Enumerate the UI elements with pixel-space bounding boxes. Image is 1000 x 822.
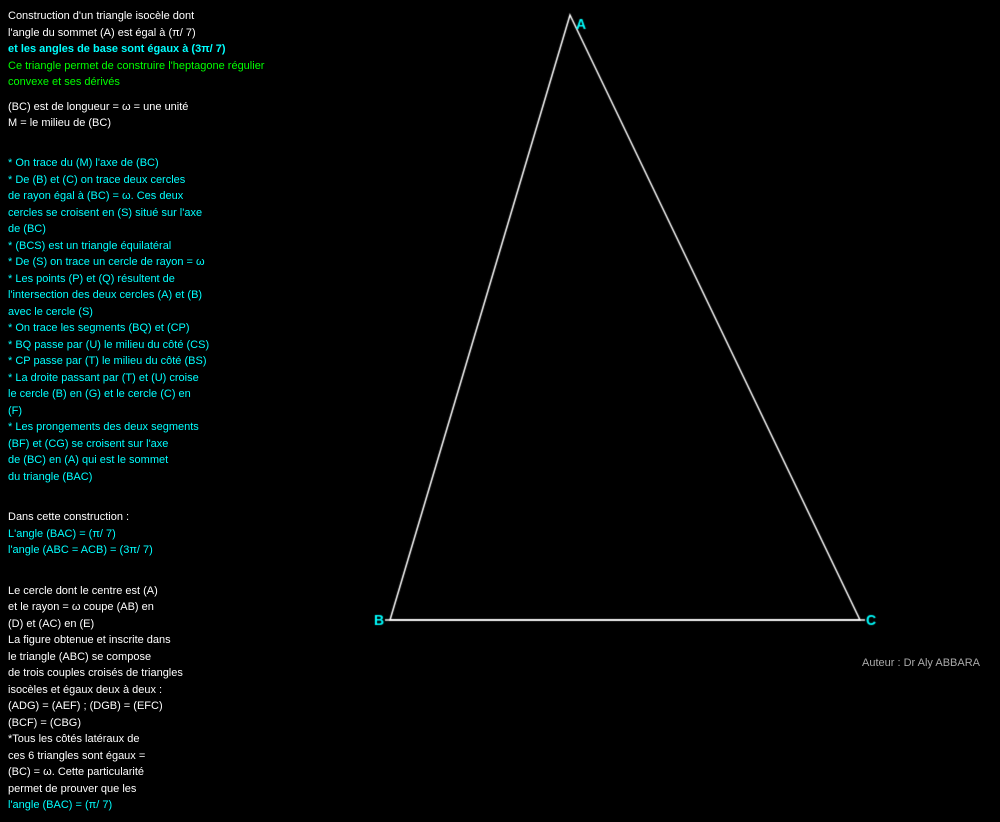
s4-l8: (ADG) = (AEF) ; (DGB) = (EFC) xyxy=(8,700,163,712)
section1-line1: (BC) est de longueur = ω = une unité xyxy=(8,101,188,113)
s2-l9: l'intersection des deux cercles (A) et (… xyxy=(8,289,202,301)
s4-l13: permet de prouver que les xyxy=(8,783,136,795)
s4-l5: le triangle (ABC) se compose xyxy=(8,651,151,663)
section1-line2: M = le milieu de (BC) xyxy=(8,117,111,129)
s4-l2: et le rayon = ω coupe (AB) en xyxy=(8,601,154,613)
s3-l1: Dans cette construction : xyxy=(8,511,129,523)
s2-l8: * Les points (P) et (Q) résultent de xyxy=(8,273,175,285)
text-panel: Construction d'un triangle isocèle dont … xyxy=(8,8,278,822)
s4-l12: (BC) = ω. Cette particularité xyxy=(8,766,144,778)
section4: Le cercle dont le centre est (A) et le r… xyxy=(8,583,278,814)
s4-l7: isocèles et égaux deux à deux : xyxy=(8,684,162,696)
title-block: Construction d'un triangle isocèle dont … xyxy=(8,8,278,91)
section2: * On trace du (M) l'axe de (BC) * De (B)… xyxy=(8,155,278,485)
s2-l12: * BQ passe par (U) le milieu du côté (CS… xyxy=(8,339,209,351)
s3-l2: L'angle (BAC) = (π/ 7) xyxy=(8,528,116,540)
s4-l6: de trois couples croisés de triangles xyxy=(8,667,183,679)
s2-l10: avec le cercle (S) xyxy=(8,306,93,318)
s2-l18: (BF) et (CG) se croisent sur l'axe xyxy=(8,438,168,450)
s2-l20: du triangle (BAC) xyxy=(8,471,92,483)
s2-l15: le cercle (B) en (G) et le cercle (C) en xyxy=(8,388,191,400)
s2-l11: * On trace les segments (BQ) et (CP) xyxy=(8,322,190,334)
s4-l11: ces 6 triangles sont égaux = xyxy=(8,750,145,762)
s4-l14: l'angle (BAC) = (π/ 7) xyxy=(8,799,112,811)
s4-l1: Le cercle dont le centre est (A) xyxy=(8,585,158,597)
s2-l7: * De (S) on trace un cercle de rayon = ω xyxy=(8,256,205,268)
s2-l2: * De (B) et (C) on trace deux cercles xyxy=(8,174,185,186)
s2-l6: * (BCS) est un triangle équilatéral xyxy=(8,240,171,252)
title-line1: Construction d'un triangle isocèle dont xyxy=(8,10,194,22)
s2-l13: * CP passe par (T) le milieu du côté (BS… xyxy=(8,355,206,367)
s4-l4: La figure obtenue et inscrite dans xyxy=(8,634,171,646)
title-line2: l'angle du sommet (A) est égal à (π/ 7) xyxy=(8,27,196,39)
s2-l17: * Les prongements des deux segments xyxy=(8,421,199,433)
s2-l19: de (BC) en (A) qui est le sommet xyxy=(8,454,168,466)
s4-l10: *Tous les côtés latéraux de xyxy=(8,733,139,745)
s2-l4: cercles se croisent en (S) situé sur l'a… xyxy=(8,207,202,219)
s4-l9: (BCF) = (CBG) xyxy=(8,717,81,729)
s2-l3: de rayon égal à (BC) = ω. Ces deux xyxy=(8,190,183,202)
s2-l1: * On trace du (M) l'axe de (BC) xyxy=(8,157,159,169)
s2-l16: (F) xyxy=(8,405,22,417)
section3: Dans cette construction : L'angle (BAC) … xyxy=(8,509,278,559)
s2-l5: de (BC) xyxy=(8,223,46,235)
s2-l14: * La droite passant par (T) et (U) crois… xyxy=(8,372,199,384)
title-line3: et les angles de base sont égaux à (3π/ … xyxy=(8,43,226,55)
subtitle: Ce triangle permet de construire l'hepta… xyxy=(8,60,264,89)
section1: (BC) est de longueur = ω = une unité M =… xyxy=(8,99,278,132)
s4-l3: (D) et (AC) en (E) xyxy=(8,618,94,630)
s3-l3: l'angle (ABC = ACB) = (3π/ 7) xyxy=(8,544,153,556)
author-label: Auteur : Dr Aly ABBARA xyxy=(862,657,980,669)
